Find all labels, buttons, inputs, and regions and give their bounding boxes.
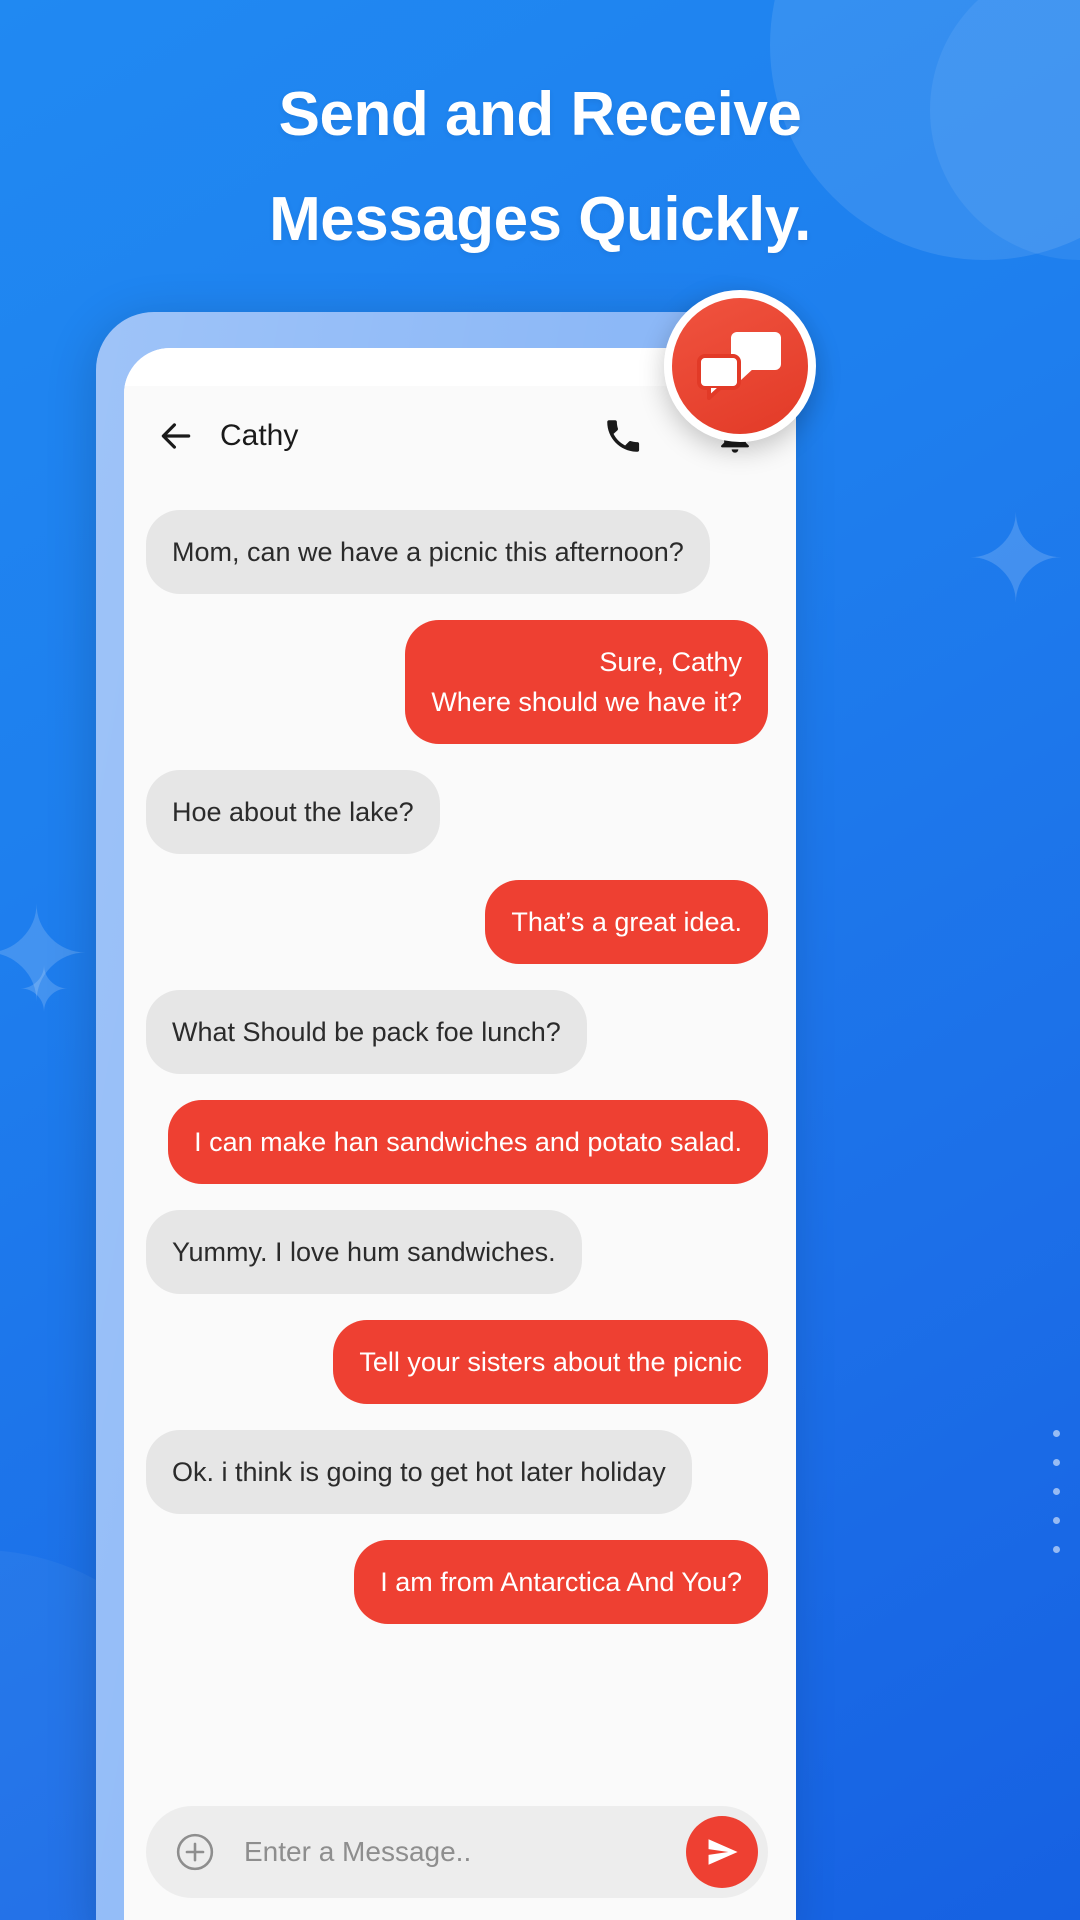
page-title: Send and Receive Messages Quickly. [0,62,1080,272]
back-arrow-icon[interactable] [154,414,198,458]
dot [1053,1459,1060,1466]
dot [1053,1546,1060,1553]
send-button[interactable] [686,1816,758,1888]
message-bubble-incoming[interactable]: What Should be pack foe lunch? [146,990,587,1074]
message-row: That’s a great idea. [146,880,768,964]
message-row: I can make han sandwiches and potato sal… [146,1100,768,1184]
message-row: Tell your sisters about the picnic [146,1320,768,1404]
phone-mockup: Cathy Mom, can we have a picnic this aft… [96,312,796,1920]
sparkle-icon-right: ✦ [965,493,1066,627]
message-row: What Should be pack foe lunch? [146,990,768,1074]
sparkle-icon-left-small: ✦ [18,956,70,1025]
message-bubble-incoming[interactable]: Hoe about the lake? [146,770,440,854]
message-bubble-incoming[interactable]: Mom, can we have a picnic this afternoon… [146,510,710,594]
dot [1053,1517,1060,1524]
message-row: Mom, can we have a picnic this afternoon… [146,510,768,594]
message-row: Sure, Cathy Where should we have it? [146,620,768,744]
message-bubble-incoming[interactable]: Ok. i think is going to get hot later ho… [146,1430,692,1514]
message-bubble-outgoing[interactable]: Sure, Cathy Where should we have it? [405,620,768,744]
message-bubble-outgoing[interactable]: Tell your sisters about the picnic [333,1320,768,1404]
message-bubble-outgoing[interactable]: I can make han sandwiches and potato sal… [168,1100,768,1184]
phone-screen: Cathy Mom, can we have a picnic this aft… [124,348,796,1920]
app-logo-badge [664,290,816,442]
headline-line-2: Messages Quickly. [269,185,811,254]
dot [1053,1430,1060,1437]
message-input[interactable]: Enter a Message.. [244,1836,686,1868]
dot [1053,1488,1060,1495]
message-input-bar: Enter a Message.. [146,1806,768,1898]
message-row: Hoe about the lake? [146,770,768,854]
message-input-area: Enter a Message.. [124,1788,796,1920]
decorative-dots-column [1053,1430,1060,1553]
message-bubble-incoming[interactable]: Yummy. I love hum sandwiches. [146,1210,582,1294]
message-bubble-outgoing[interactable]: That’s a great idea. [485,880,768,964]
message-row: Yummy. I love hum sandwiches. [146,1210,768,1294]
plus-circle-icon[interactable] [172,1829,218,1875]
headline-line-1: Send and Receive [278,80,802,149]
send-icon [708,1839,738,1865]
message-list: Mom, can we have a picnic this afternoon… [124,486,796,1788]
message-bubble-outgoing[interactable]: I am from Antarctica And You? [354,1540,768,1624]
message-row: Ok. i think is going to get hot later ho… [146,1430,768,1514]
chat-contact-name: Cathy [220,419,299,452]
message-row: I am from Antarctica And You? [146,1540,768,1624]
phone-icon[interactable] [596,409,650,463]
chat-bubbles-icon [697,332,781,400]
